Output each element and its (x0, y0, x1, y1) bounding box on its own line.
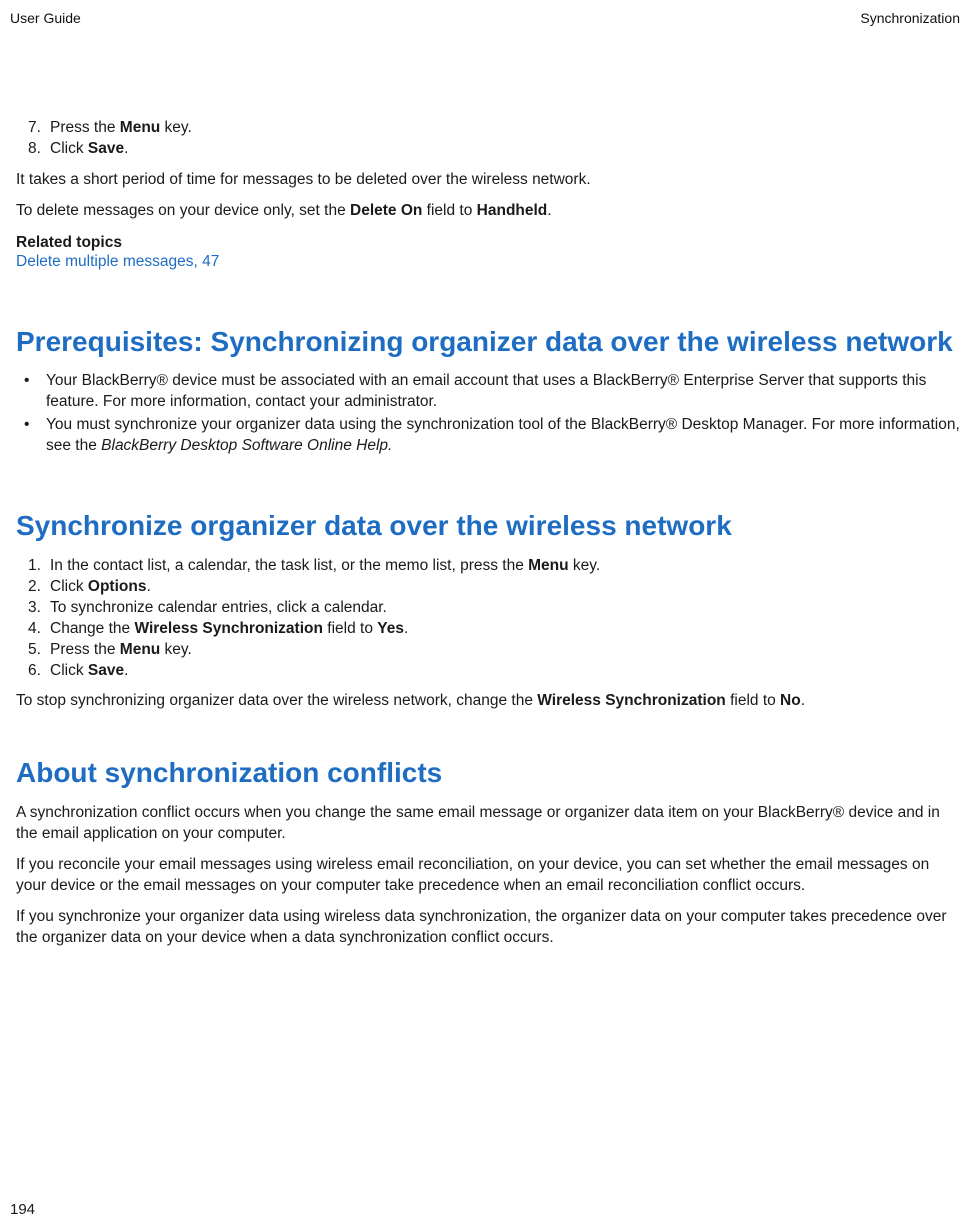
step-number: 8. (28, 139, 41, 160)
step-number: 3. (28, 598, 41, 619)
step-text: Click Options. (50, 578, 151, 595)
list-item: 5. Press the Menu key. (28, 640, 960, 661)
text: . (124, 662, 128, 679)
heading-conflicts: About synchronization conflicts (16, 758, 960, 789)
text: field to (726, 692, 780, 709)
paragraph: If you synchronize your organizer data u… (16, 907, 960, 949)
paragraph: To stop synchronizing organizer data ove… (16, 691, 960, 712)
list-item: You must synchronize your organizer data… (16, 415, 960, 457)
text: Press the (50, 641, 120, 658)
synchronize-steps-list: 1. In the contact list, a calendar, the … (16, 556, 960, 682)
list-item: Your BlackBerry® device must be associat… (16, 371, 960, 413)
text: To stop synchronizing organizer data ove… (16, 692, 537, 709)
text: . (146, 578, 150, 595)
related-topics-label: Related topics (16, 234, 960, 252)
page-content: 7. Press the Menu key. 8. Click Save. It… (10, 118, 960, 949)
page-header: User Guide Synchronization (10, 10, 960, 26)
list-item: 1. In the contact list, a calendar, the … (28, 556, 960, 577)
text: key. (569, 557, 601, 574)
step-text: Click Save. (50, 662, 128, 679)
paragraph: If you reconcile your email messages usi… (16, 855, 960, 897)
paragraph: A synchronization conflict occurs when y… (16, 803, 960, 845)
heading-prerequisites: Prerequisites: Synchronizing organizer d… (16, 327, 960, 358)
step-number: 6. (28, 661, 41, 682)
page-number: 194 (10, 1201, 35, 1218)
step-text: Press the Menu key. (50, 641, 192, 658)
text: Press the (50, 119, 120, 136)
text: field to (323, 620, 377, 637)
heading-synchronize: Synchronize organizer data over the wire… (16, 511, 960, 542)
list-item: 4. Change the Wireless Synchronization f… (28, 619, 960, 640)
list-item: 2. Click Options. (28, 577, 960, 598)
paragraph: To delete messages on your device only, … (16, 201, 960, 222)
text: Click (50, 140, 88, 157)
text: . (404, 620, 408, 637)
step-number: 5. (28, 640, 41, 661)
text-bold: Save (88, 662, 124, 679)
step-text: Press the Menu key. (50, 119, 192, 136)
list-item: 3. To synchronize calendar entries, clic… (28, 598, 960, 619)
step-text: Change the Wireless Synchronization fiel… (50, 620, 408, 637)
prerequisites-list: Your BlackBerry® device must be associat… (16, 371, 960, 457)
step-text: In the contact list, a calendar, the tas… (50, 557, 600, 574)
text-bold: Wireless Synchronization (537, 692, 726, 709)
text: Click (50, 578, 88, 595)
list-item: 7. Press the Menu key. (28, 118, 960, 139)
text-italic: BlackBerry Desktop Software Online Help. (101, 437, 392, 454)
text: Click (50, 662, 88, 679)
header-right: Synchronization (860, 10, 960, 26)
text-bold: Options (88, 578, 147, 595)
step-text: Click Save. (50, 140, 128, 157)
step-text: To synchronize calendar entries, click a… (50, 599, 387, 616)
text-bold: No (780, 692, 801, 709)
intro-steps-list: 7. Press the Menu key. 8. Click Save. (16, 118, 960, 160)
step-number: 1. (28, 556, 41, 577)
text-bold: Menu (120, 119, 160, 136)
text-bold: Menu (120, 641, 160, 658)
text: To delete messages on your device only, … (16, 202, 350, 219)
page: User Guide Synchronization 7. Press the … (0, 0, 974, 1228)
text-bold: Wireless Synchronization (134, 620, 323, 637)
text: . (801, 692, 805, 709)
text: Change the (50, 620, 134, 637)
text: key. (160, 119, 192, 136)
list-item: 8. Click Save. (28, 139, 960, 160)
text: . (547, 202, 551, 219)
text-bold: Yes (377, 620, 404, 637)
step-number: 4. (28, 619, 41, 640)
text: . (124, 140, 128, 157)
text: In the contact list, a calendar, the tas… (50, 557, 528, 574)
text-bold: Save (88, 140, 124, 157)
text-bold: Handheld (477, 202, 548, 219)
list-item: 6. Click Save. (28, 661, 960, 682)
text-bold: Menu (528, 557, 568, 574)
header-left: User Guide (10, 10, 81, 26)
text: key. (160, 641, 192, 658)
text: To synchronize calendar entries, click a… (50, 599, 387, 616)
related-topic-link[interactable]: Delete multiple messages, 47 (16, 252, 960, 273)
text-bold: Delete On (350, 202, 422, 219)
step-number: 2. (28, 577, 41, 598)
text: Your BlackBerry® device must be associat… (46, 372, 926, 410)
step-number: 7. (28, 118, 41, 139)
paragraph: It takes a short period of time for mess… (16, 170, 960, 191)
text: field to (422, 202, 476, 219)
